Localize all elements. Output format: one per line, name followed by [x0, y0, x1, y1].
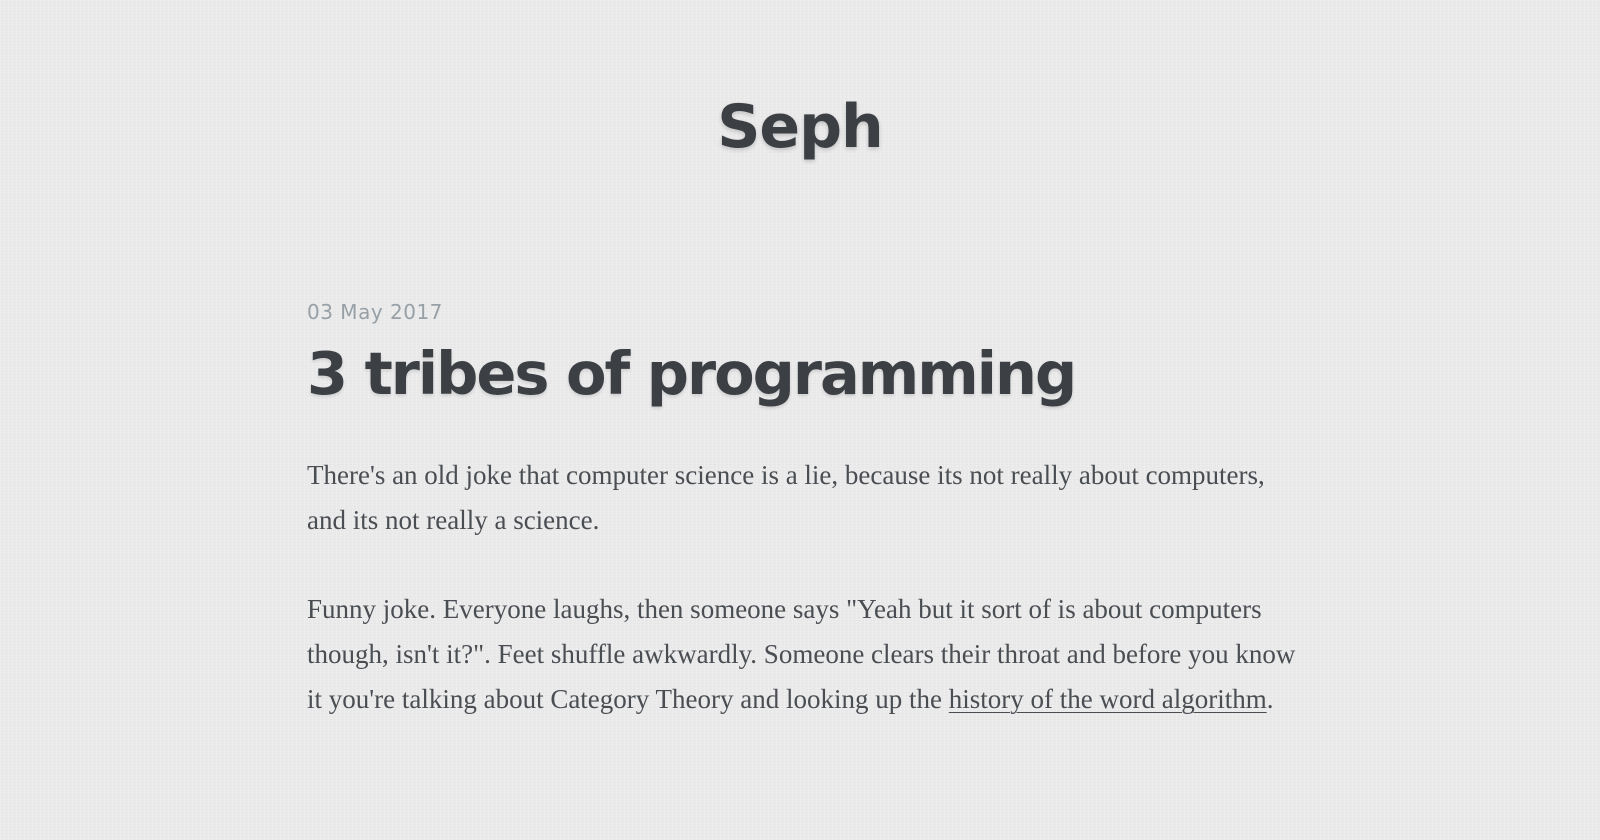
post-title: 3 tribes of programming — [307, 339, 1077, 408]
site-title-link[interactable]: Seph — [717, 92, 884, 162]
paragraph-2-end: . — [1266, 683, 1274, 714]
paragraph-1: There's an old joke that computer scienc… — [307, 459, 1265, 535]
post-body: There's an old joke that computer scienc… — [307, 453, 1297, 722]
site-title: Seph — [0, 92, 1600, 162]
paragraph-2: Funny joke. Everyone laughs, then someon… — [307, 587, 1297, 722]
blog-post: 03 May 2017 3 tribes of programming Ther… — [307, 300, 1307, 766]
post-date: 03 May 2017 — [307, 300, 443, 324]
history-of-algorithm-link[interactable]: history of the word algorithm — [949, 684, 1267, 714]
